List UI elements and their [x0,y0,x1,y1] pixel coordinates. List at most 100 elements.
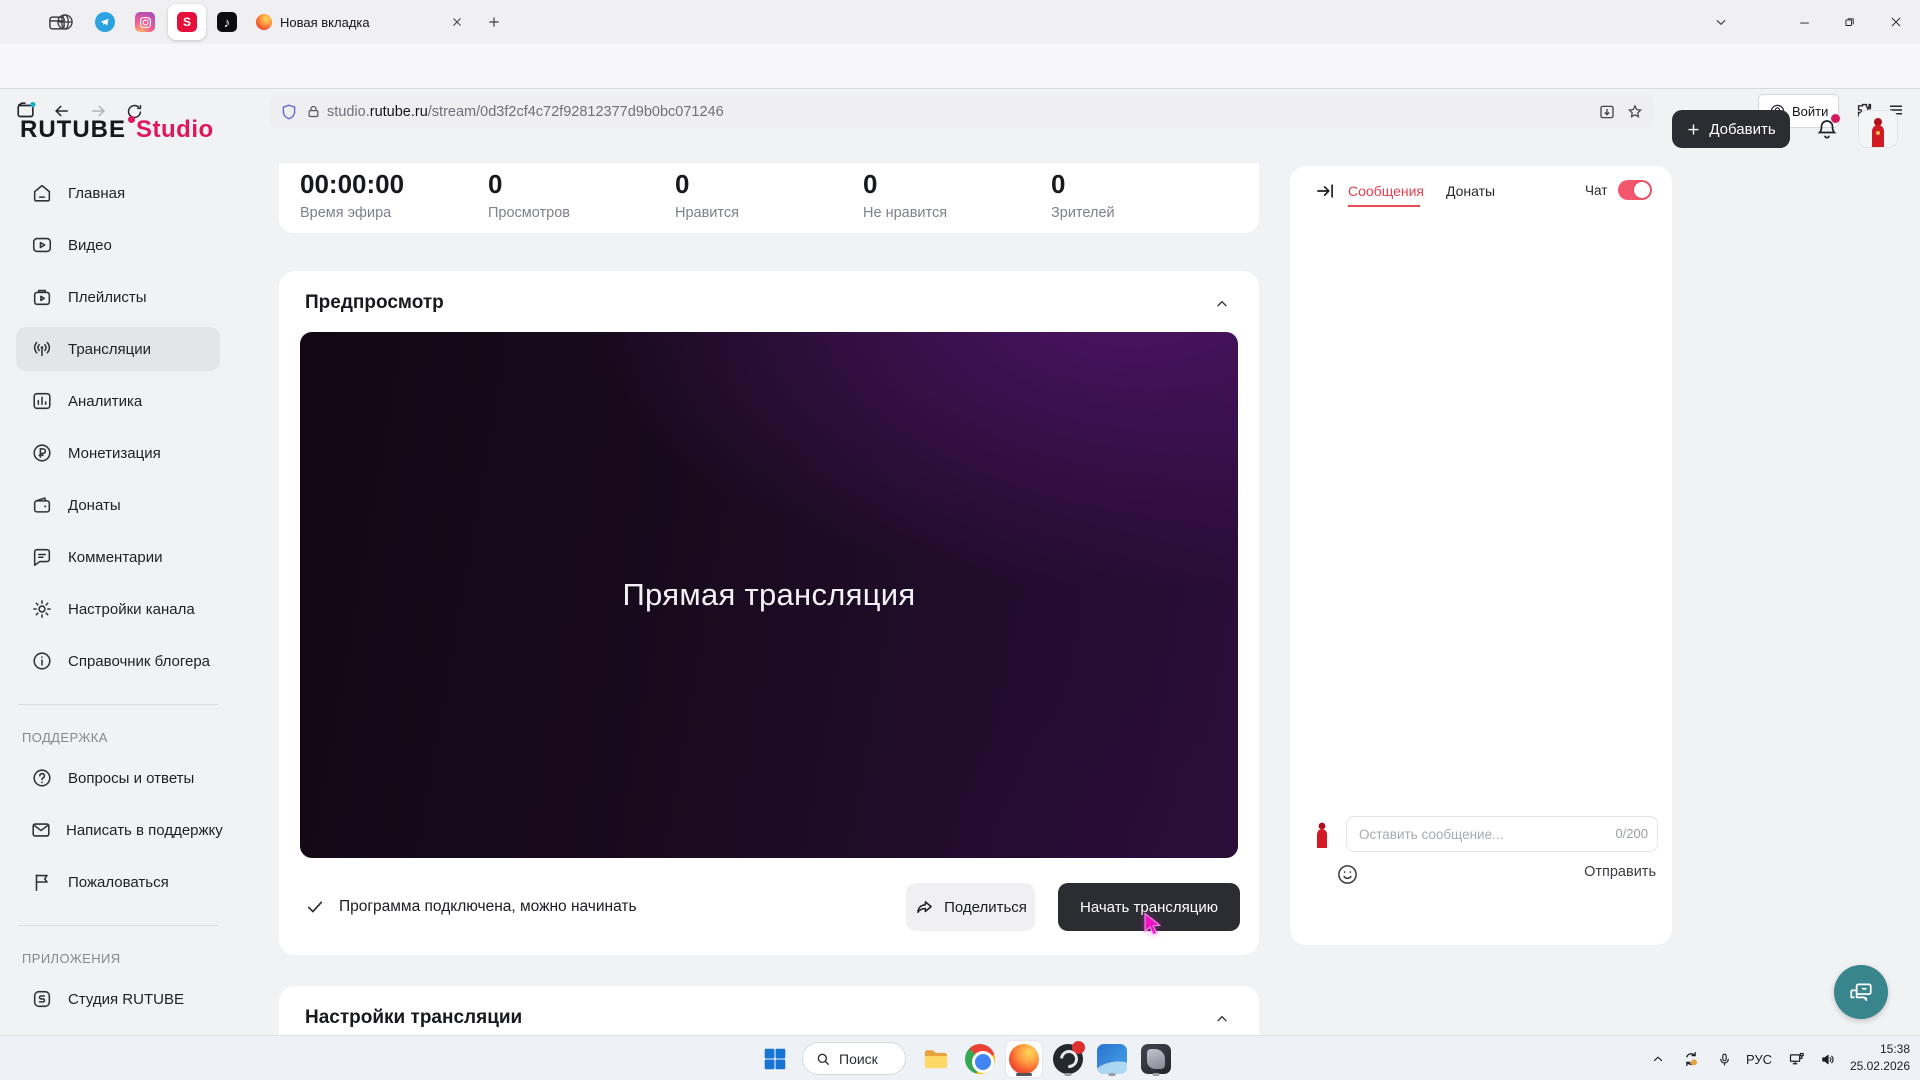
chat-toggle-label: Чат [1585,183,1608,198]
sidebar-item-monetization[interactable]: Монетизация [16,431,220,475]
home-icon [30,181,54,205]
stat-label: Не нравится [863,205,948,221]
tray-microphone-icon[interactable] [1712,1044,1736,1074]
sidebar-item-analytics[interactable]: Аналитика [16,379,220,423]
sidebar-item-label: Монетизация [68,444,161,462]
video-icon [30,233,54,257]
preview-placeholder-text: Прямая трансляция [622,577,916,612]
preview-title: Предпросмотр [305,292,444,313]
pinned-tab-telegram[interactable] [88,5,122,39]
save-page-icon[interactable] [1598,103,1616,121]
new-tab-button[interactable] [482,10,506,34]
preview-footer: Программа подключена, можно начинать Под… [279,883,1259,931]
info-icon [30,649,54,673]
connection-status: Программа подключена, можно начинать [305,883,637,931]
firefox-favicon [256,14,272,30]
tab-list-dropdown-icon[interactable] [1698,0,1744,44]
share-button[interactable]: Поделиться [906,883,1035,931]
window-close-button[interactable] [1873,0,1919,44]
stat-label: Нравится [675,205,739,221]
tab-messages[interactable]: Сообщения [1348,183,1424,199]
sidebar-item-home[interactable]: Главная [16,171,220,215]
stat-value: 0 [488,169,503,199]
clock-time: 15:38 [1879,1042,1910,1056]
collapse-chevron-icon[interactable] [1209,1006,1235,1032]
pinned-tab-rutube[interactable]: S [170,5,204,39]
user-avatar[interactable] [1858,110,1898,148]
window-restore-button[interactable] [1827,0,1873,44]
stream-stats-card: 00:00:00 Время эфира 0 Просмотров 0 Нрав… [279,163,1259,233]
pinned-tab-instagram[interactable] [128,5,162,39]
stat-value: 00:00:00 [300,169,405,199]
lock-icon[interactable] [306,104,321,119]
start-button[interactable] [757,1041,793,1077]
pinned-tab-tiktok[interactable]: ♪ [210,5,244,39]
collapse-chevron-icon[interactable] [1209,291,1235,317]
tab-donates[interactable]: Донаты [1446,183,1495,199]
game-app-icon[interactable] [1138,1041,1174,1077]
tray-volume-icon[interactable] [1814,1044,1842,1074]
collapse-panel-icon[interactable] [1312,178,1338,204]
tray-language-indicator[interactable]: РУС [1742,1044,1776,1074]
sidebar-item-donates[interactable]: Донаты [16,483,220,527]
sidebar-item-report[interactable]: Пожаловаться [16,860,220,904]
url-text: studio.rutube.ru/stream/0d3f2cf4c72f9281… [327,103,724,120]
feedback-chat-icon [1850,983,1872,1001]
send-message-button[interactable]: Отправить [1584,864,1656,880]
chat-message-input[interactable] [1346,816,1658,852]
window-minimize-button[interactable] [1781,0,1827,44]
movies-app-icon[interactable] [1094,1041,1130,1077]
tray-chevron-up-icon[interactable] [1646,1044,1670,1074]
tray-clock[interactable]: 15:38 25.02.2026 [1850,1041,1910,1075]
chrome-icon[interactable] [962,1041,998,1077]
sidebar-item-label: Справочник блогера [68,652,211,670]
tray-sync-icon[interactable] [1678,1044,1704,1074]
sidebar-item-broadcasts[interactable]: Трансляции [16,327,220,371]
chat-panel: Сообщения Донаты Чат 0/200 Отправить [1290,166,1672,945]
firefox-taskbar-icon[interactable] [1006,1041,1042,1077]
studio-app-icon [30,987,54,1011]
rutube-studio-logo[interactable]: RUTUBE Studio [20,116,214,144]
donates-icon [30,493,54,517]
logo-rutube-text: RUTUBE [20,116,126,143]
sidebar-item-blogger-guide[interactable]: Справочник блогера [16,639,220,683]
char-counter: 0/200 [1615,826,1648,841]
browser-tab[interactable]: Новая вкладка [248,6,476,38]
notifications-bell-icon[interactable] [1810,112,1844,146]
stat-label: Время эфира [300,205,392,221]
sidebar-item-label: Настройки канала [68,600,195,618]
emoji-smiley-icon[interactable] [1334,861,1360,887]
file-explorer-icon[interactable] [918,1041,954,1077]
sidebar-item-studio-app[interactable]: Студия RUTUBE [16,977,220,1021]
comments-icon [30,545,54,569]
bookmark-star-icon[interactable] [1626,103,1644,121]
sidebar-item-playlists[interactable]: Плейлисты [16,275,220,319]
sidebar-item-channel-settings[interactable]: Настройки канала [16,587,220,631]
gear-icon [30,597,54,621]
playlists-icon [30,285,54,309]
sidebar-item-faq[interactable]: Вопросы и ответы [16,756,220,800]
sidebar-support-header: ПОДДЕРЖКА [22,730,108,745]
sidebar-item-label: Аналитика [68,392,143,410]
sidebar-item-write-support[interactable]: Написать в поддержку [16,808,223,852]
add-button[interactable]: Добавить [1672,110,1790,148]
pinned-tab-globe[interactable] [48,5,82,39]
sidebar-item-video[interactable]: Видео [16,223,220,267]
feedback-fab-button[interactable] [1834,965,1888,1019]
url-bar[interactable]: studio.rutube.ru/stream/0d3f2cf4c72f9281… [270,95,1654,128]
browser-tab-bar: S ♪ Новая вкладка [0,0,1920,44]
tracking-shield-icon[interactable] [280,103,298,121]
sidebar-item-comments[interactable]: Комментарии [16,535,220,579]
tray-network-icon[interactable] [1782,1044,1810,1074]
chat-toggle-switch[interactable] [1618,180,1652,200]
sidebar-item-label: Написать в поддержку [66,821,223,839]
sidebar-item-label: Плейлисты [68,288,147,306]
obs-icon[interactable] [1050,1041,1086,1077]
logo-red-dot [128,116,135,123]
screen: S ♪ Новая вкладка studio.rutube.ru/strea… [0,0,1920,1080]
tab-close-icon[interactable] [446,11,468,33]
taskbar: Поиск РУС 15:38 25.02.2026 [0,1035,1920,1080]
logo-studio-text: Studio [136,116,214,143]
sidebar-item-label: Трансляции [68,340,152,358]
taskbar-search[interactable]: Поиск [802,1042,906,1075]
